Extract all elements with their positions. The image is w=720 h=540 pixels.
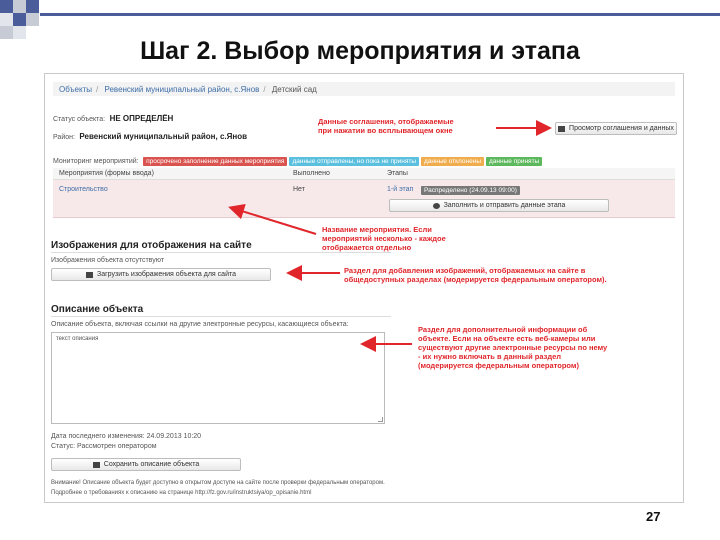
annotation-arrows (228, 120, 552, 352)
page-number: 27 (646, 509, 661, 524)
arrow-events (228, 203, 317, 235)
